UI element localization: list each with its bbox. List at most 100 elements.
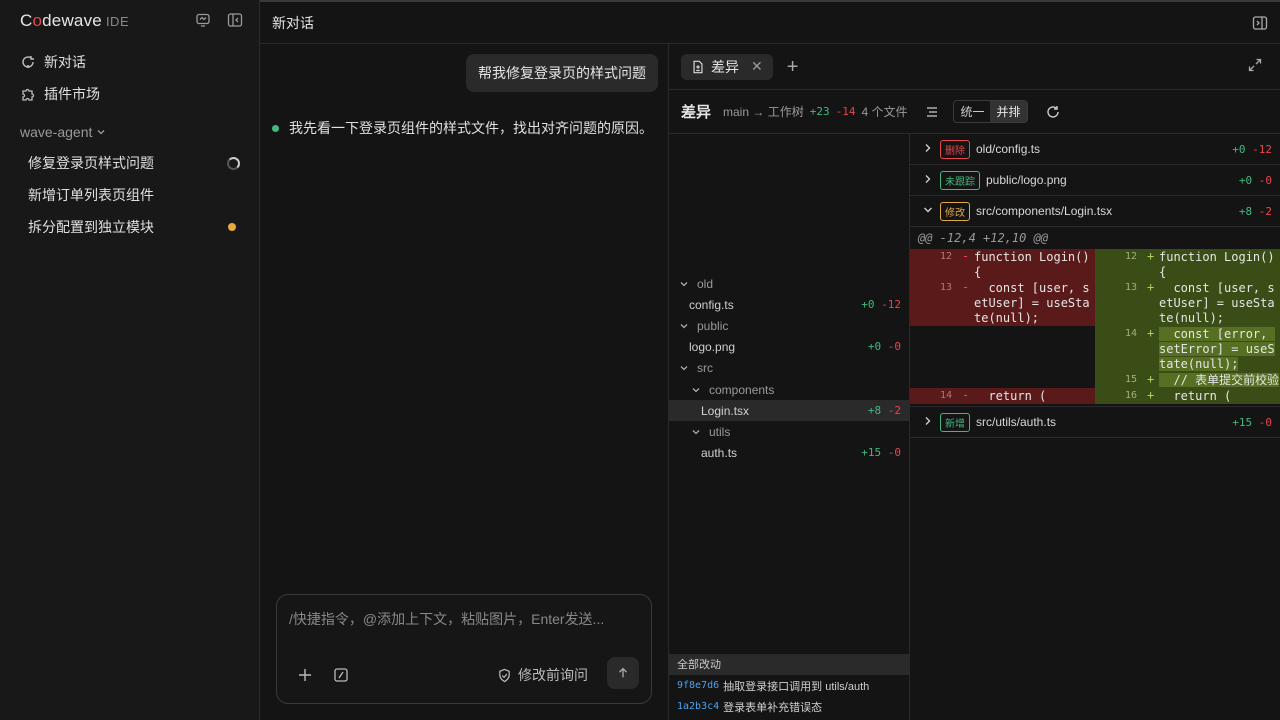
- file-stats: +15 -0: [1232, 415, 1272, 429]
- diff-line: 13- const [user, setUser] = useState(nul…: [910, 280, 1095, 326]
- tree-node-label: components: [709, 382, 775, 397]
- assistant-message: 我先看一下登录页组件的样式文件，找出对齐问题的原因。: [272, 118, 653, 138]
- puzzle-icon: [22, 88, 35, 101]
- arrow-up-icon: [619, 667, 627, 678]
- assistant-message-text: 我先看一下登录页组件的样式文件，找出对齐问题的原因。: [289, 120, 653, 136]
- tab-diff[interactable]: 差异 ✕: [681, 53, 773, 80]
- diff-row: 14- return (16 + return (: [910, 388, 1280, 404]
- file-diff-header[interactable]: 未跟踪 public/logo.png +0 -0: [910, 165, 1280, 196]
- view-mode-toggle: 统一 并排: [953, 100, 1028, 123]
- nav-label: 新对话: [44, 54, 86, 70]
- tree-node-label: public: [697, 318, 729, 333]
- diff-line: 13 + const [user, setUser] = useState(nul…: [1095, 280, 1280, 326]
- ask-before-edit-toggle[interactable]: 修改前询问: [497, 665, 588, 685]
- file-count: 4 个文件: [861, 105, 908, 119]
- total-added: +23: [809, 105, 830, 118]
- file-diff-header[interactable]: 删除 old/config.ts +0 -12: [910, 134, 1280, 165]
- tab-label: 差异: [711, 58, 739, 75]
- page-title: 新对话: [272, 14, 314, 31]
- tree-folder[interactable]: utils: [669, 421, 909, 442]
- sidebar: Codewave IDE 新对话 插件市场 wave-agent 修复登录页样式问…: [0, 0, 260, 720]
- collapse-sidebar-icon[interactable]: [227, 12, 243, 28]
- tree-node-label: utils: [709, 424, 731, 439]
- diff-line: 12- function Login() {: [910, 249, 1095, 280]
- file-diff-header[interactable]: 修改 src/components/Login.tsx +8 -2: [910, 196, 1280, 227]
- diff-panel: 差异 ✕ + 差异 main → 工作树 +23 -14 4 个文件 统一 并排…: [669, 44, 1280, 720]
- tree-folder[interactable]: old: [669, 273, 909, 294]
- toggle-panel-icon[interactable]: [1252, 15, 1268, 31]
- file-diff-icon: [693, 60, 703, 73]
- tree-file[interactable]: Login.tsx +8 -2: [669, 400, 909, 421]
- tree-node-label: logo.png: [689, 339, 736, 354]
- file-diff-header[interactable]: 新增 src/utils/auth.ts +15 -0: [910, 407, 1280, 438]
- commit-list-header: 全部改动: [669, 655, 909, 675]
- diff-row: 15 + // 表单提交前校验: [910, 372, 1280, 388]
- hunk-header: @@ -12,4 +12,10 @@: [918, 231, 1049, 245]
- change-badge: 未跟踪: [940, 170, 980, 190]
- chevron-down-icon: [692, 387, 700, 392]
- file-path: src/utils/auth.ts: [976, 415, 1057, 429]
- refresh-icon[interactable]: [1046, 105, 1060, 119]
- loading-spinner-icon: [227, 156, 240, 170]
- commit-item[interactable]: 1a2b3c4 登录表单补充错误态: [669, 696, 909, 717]
- message-input[interactable]: /快捷指令，@添加上下文，粘贴图片，Enter发送...: [289, 609, 629, 629]
- tree-file[interactable]: auth.ts +15 -0: [669, 442, 909, 463]
- unread-dot-icon: [228, 223, 236, 231]
- tree-node-label: config.ts: [689, 297, 734, 312]
- diff-line: 16 + return (: [1095, 388, 1280, 404]
- chevron-down-icon: [97, 130, 105, 135]
- tree-folder[interactable]: public: [669, 315, 909, 336]
- file-stats: +15 -0: [861, 446, 901, 459]
- total-removed: -14: [835, 105, 856, 118]
- file-path: src/components/Login.tsx: [976, 204, 1113, 218]
- app-root: Codewave IDE 新对话 插件市场 wave-agent 修复登录页样式问…: [0, 0, 1280, 720]
- nav-new-chat[interactable]: 新对话: [20, 52, 86, 72]
- chevron-down-icon: [680, 323, 688, 328]
- commit-hash: 9f8e7d6: [677, 680, 720, 691]
- message-composer[interactable]: /快捷指令，@添加上下文，粘贴图片，Enter发送... 修改前询问: [276, 594, 652, 704]
- add-attachment-icon[interactable]: [297, 667, 313, 683]
- view-unified-button[interactable]: 统一: [954, 101, 990, 122]
- top-bar: 新对话: [260, 0, 1280, 44]
- split-diff: 12- function Login() {12 + function Login()…: [910, 249, 1280, 407]
- tree-file[interactable]: logo.png +0 -0: [669, 336, 909, 357]
- tree-node-label: auth.ts: [701, 445, 738, 460]
- chat-bubble-icon[interactable]: [195, 12, 211, 28]
- workspace-group[interactable]: wave-agent: [20, 124, 106, 140]
- new-chat-icon: [22, 56, 34, 68]
- diff-line: 12 + function Login() {: [1095, 249, 1280, 280]
- empty-line: [910, 326, 1095, 372]
- file-stats: +8 -2: [867, 404, 901, 417]
- add-tab-icon[interactable]: +: [787, 57, 799, 77]
- tree-folder[interactable]: src: [669, 357, 909, 378]
- send-button[interactable]: [607, 657, 639, 689]
- view-split-button[interactable]: 并排: [990, 101, 1027, 122]
- file-diff-list: 删除 old/config.ts +0 -12 未跟踪 public/logo.png +…: [910, 134, 1280, 720]
- commit-item[interactable]: 9f8e7d6 抽取登录接口调用到 utils/auth: [669, 675, 909, 696]
- slash-command-icon[interactable]: [333, 667, 349, 683]
- file-stats: +0 -0: [867, 340, 901, 353]
- change-badge: 新增: [940, 412, 970, 432]
- diff-row: 13- const [user, setUser] = useState(nul…: [910, 280, 1280, 326]
- commit-hash: 1a2b3c4: [677, 701, 720, 712]
- file-stats: +0 -12: [861, 298, 901, 311]
- conversation-item[interactable]: 拆分配置到独立模块: [28, 217, 240, 237]
- chevron-down-icon: [680, 365, 688, 370]
- change-badge: 修改: [940, 201, 970, 221]
- workspace-group-label: wave-agent: [20, 124, 93, 140]
- close-icon[interactable]: ✕: [751, 58, 763, 75]
- diff-body: old config.ts +0 -12 public logo.png +0 -0 src…: [669, 134, 1280, 720]
- conversation-item[interactable]: 新增订单列表页组件: [28, 185, 240, 205]
- branch-compare: main → 工作树: [723, 105, 804, 119]
- tree-file[interactable]: config.ts +0 -12: [669, 294, 909, 315]
- chevron-right-icon: [925, 416, 931, 425]
- list-view-icon[interactable]: [925, 105, 939, 119]
- nav-plugin-market[interactable]: 插件市场: [20, 84, 100, 104]
- empty-line: [910, 372, 1095, 388]
- conversation-label: 新增订单列表页组件: [28, 187, 154, 203]
- file-tree: old config.ts +0 -12 public logo.png +0 -0 src…: [669, 134, 910, 720]
- tree-folder[interactable]: components: [669, 379, 909, 400]
- conversation-item[interactable]: 修复登录页样式问题: [28, 153, 240, 173]
- expand-icon[interactable]: [1248, 58, 1262, 72]
- chevron-right-icon: [925, 174, 931, 183]
